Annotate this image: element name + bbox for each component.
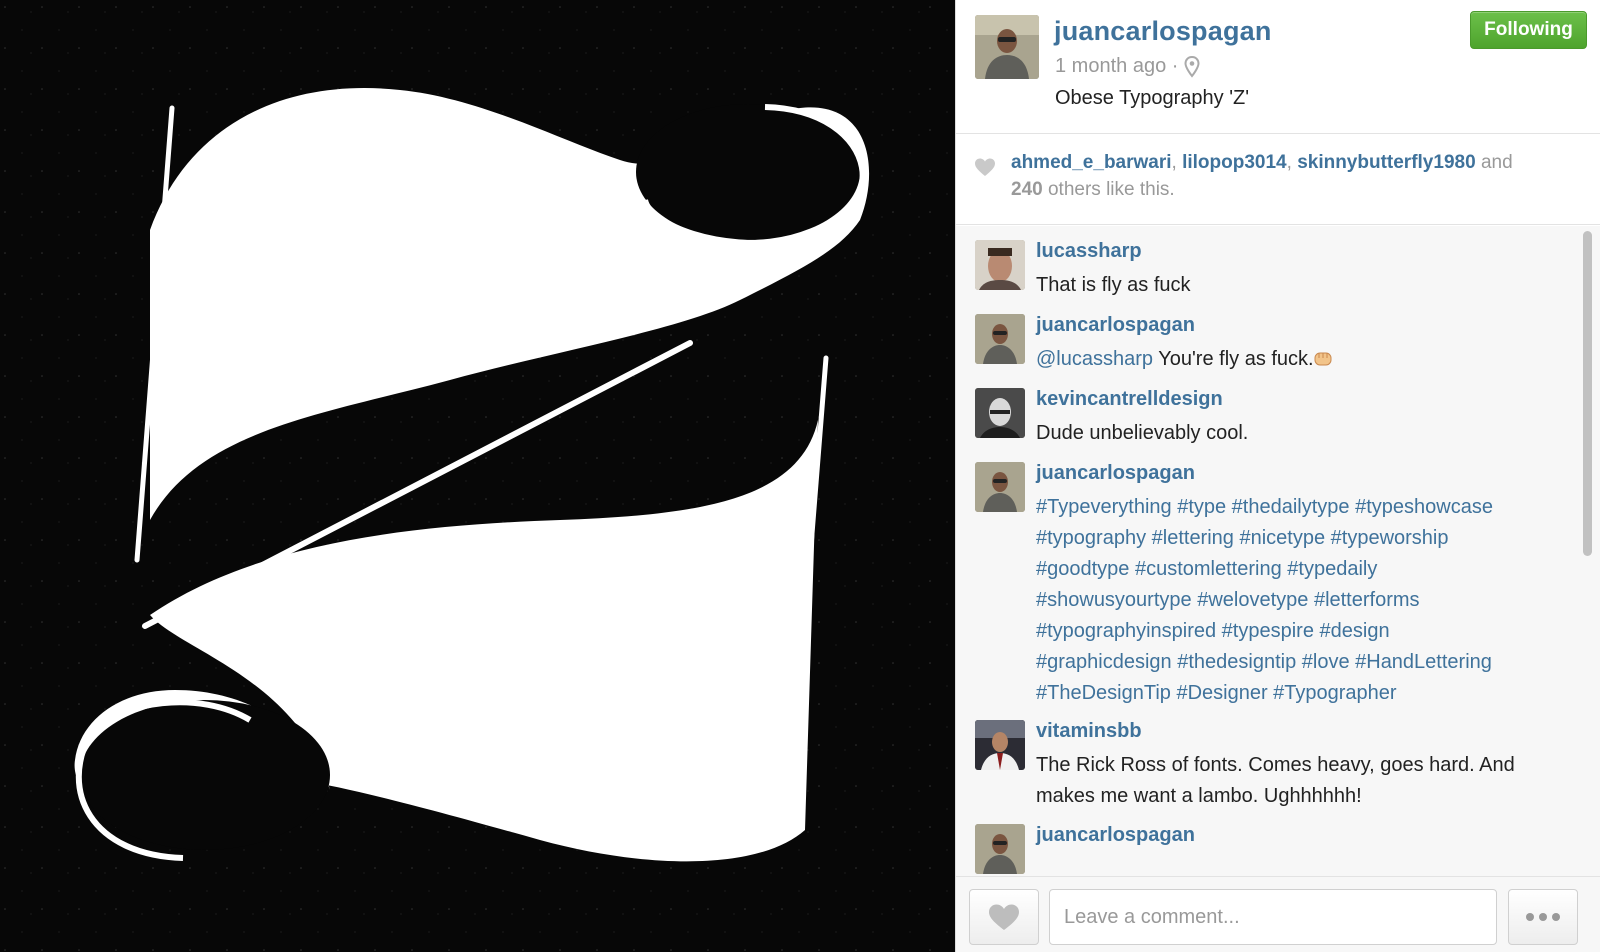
hashtag-line[interactable]: #typographyinspired #typespire #design <box>1036 616 1556 647</box>
owner-avatar[interactable] <box>975 15 1039 79</box>
location-pin-icon[interactable] <box>1184 55 1200 78</box>
more-dots-icon <box>1526 913 1534 921</box>
comment-item: lucassharp That is fly as fuck <box>956 240 1576 300</box>
comment-username[interactable]: kevincantrelldesign <box>1036 388 1223 411</box>
comment-item: kevincantrelldesign Dude unbelievably co… <box>956 388 1576 448</box>
following-button[interactable]: Following <box>1470 11 1587 49</box>
hashtag-line[interactable]: #typography #lettering #nicetype #typewo… <box>1036 523 1556 554</box>
comments-scrollbar[interactable] <box>1581 228 1593 873</box>
comment-username[interactable]: juancarlospagan <box>1036 314 1195 337</box>
commenter-avatar[interactable] <box>975 720 1025 770</box>
comment-username[interactable]: vitaminsbb <box>1036 720 1142 743</box>
post-photo[interactable] <box>0 0 955 952</box>
hashtag-line[interactable]: #Typeverything #type #thedailytype #type… <box>1036 492 1556 523</box>
comment-item: juancarlospagan <box>956 824 1576 876</box>
comment-username[interactable]: juancarlospagan <box>1036 462 1195 485</box>
post-time: 1 month ago · <box>1055 55 1179 77</box>
likes-count[interactable]: 240 <box>1011 179 1043 200</box>
comments-list[interactable]: lucassharp That is fly as fuck juancarlo… <box>956 226 1600 876</box>
liker-3[interactable]: skinnybutterfly1980 <box>1297 152 1475 173</box>
hashtag-line[interactable]: #showusyourtype #welovetype #letterforms <box>1036 585 1556 616</box>
commenter-avatar[interactable] <box>975 388 1025 438</box>
more-options-button[interactable] <box>1508 889 1578 945</box>
fist-emoji-icon <box>1314 346 1334 366</box>
hashtag-line[interactable]: #graphicdesign #thedesigntip #love #Hand… <box>1036 647 1556 678</box>
liker-1[interactable]: ahmed_e_barwari <box>1011 152 1172 173</box>
post-caption: Obese Typography 'Z' <box>1055 87 1250 109</box>
owner-username[interactable]: juancarlospagan <box>1054 16 1272 47</box>
commenter-avatar[interactable] <box>975 462 1025 512</box>
comment-item: vitaminsbb The Rick Ross of fonts. Comes… <box>956 720 1576 810</box>
scrollbar-thumb[interactable] <box>1583 231 1592 556</box>
likes-section: ahmed_e_barwari, lilopop3014, skinnybutt… <box>956 135 1600 225</box>
like-button[interactable] <box>969 889 1039 945</box>
mention-link[interactable]: @lucassharp <box>1036 348 1153 370</box>
commenter-avatar[interactable] <box>975 824 1025 874</box>
likes-text: ahmed_e_barwari, lilopop3014, skinnybutt… <box>1011 152 1513 200</box>
hashtag-line[interactable]: #TheDesignTip #Designer #Typographer <box>1036 678 1556 709</box>
liker-2[interactable]: lilopop3014 <box>1182 152 1287 173</box>
comment-item: juancarlospagan @lucassharp You're fly a… <box>956 314 1576 374</box>
comment-text: Dude unbelievably cool. <box>1036 422 1249 444</box>
comment-text: @lucassharp You're fly as fuck. <box>1036 344 1556 375</box>
comment-username[interactable]: juancarlospagan <box>1036 824 1195 847</box>
heart-icon <box>975 158 995 176</box>
post-header: juancarlospagan 1 month ago · Obese Typo… <box>956 0 1600 134</box>
comment-input[interactable] <box>1049 889 1497 945</box>
post-sidebar: juancarlospagan 1 month ago · Obese Typo… <box>955 0 1600 952</box>
heart-icon <box>989 904 1019 930</box>
comment-username[interactable]: lucassharp <box>1036 240 1142 263</box>
post-meta: 1 month ago · <box>1055 55 1200 78</box>
comment-text: The Rick Ross of fonts. Comes heavy, goe… <box>1036 754 1515 807</box>
comment-text: That is fly as fuck <box>1036 274 1191 296</box>
comment-footer <box>956 876 1600 952</box>
hashtag-line[interactable]: #goodtype #customlettering #typedaily <box>1036 554 1556 585</box>
comment-hashtags: #Typeverything #type #thedailytype #type… <box>1036 492 1556 709</box>
commenter-avatar[interactable] <box>975 240 1025 290</box>
comment-item: juancarlospagan #Typeverything #type #th… <box>956 462 1576 704</box>
commenter-avatar[interactable] <box>975 314 1025 364</box>
letter-z-artwork <box>0 0 955 952</box>
